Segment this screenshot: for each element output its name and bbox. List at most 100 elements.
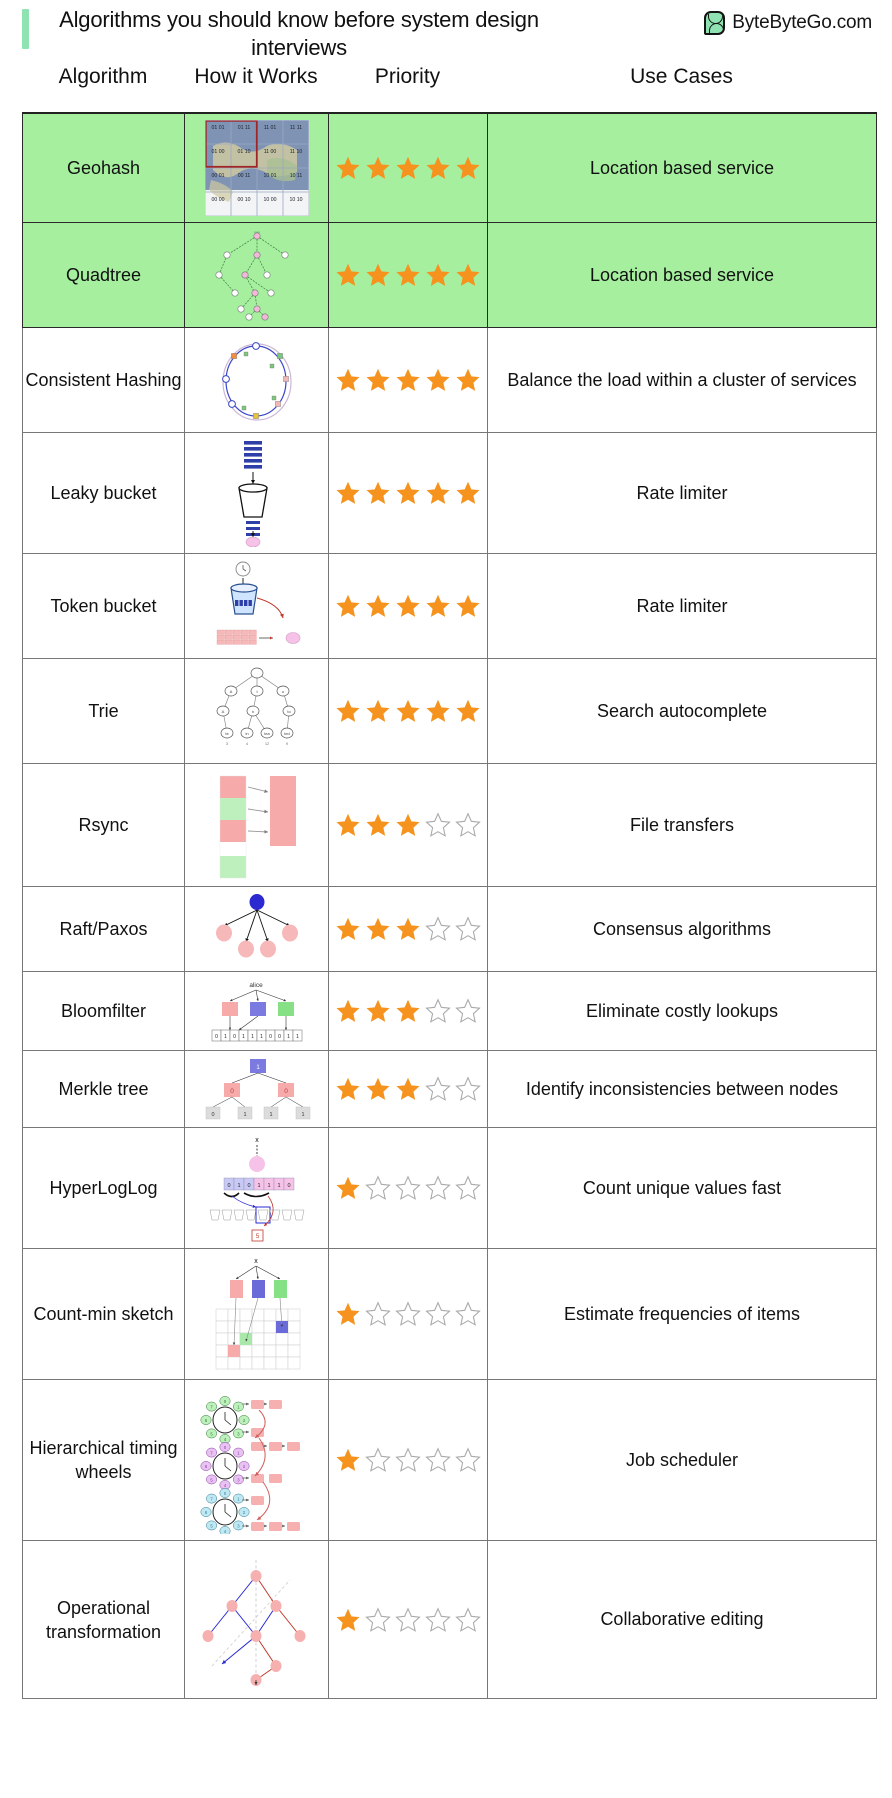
star-filled-icon [336, 156, 360, 179]
consistent-hashing-ring-figure [221, 342, 292, 421]
how-it-works-figure-cell [184, 886, 329, 972]
svg-text:0: 0 [269, 1034, 272, 1040]
use-case-cell: Search autocomplete [487, 658, 877, 764]
merkle-tree-figure: 1 0 0 0 1 1 1 [205, 1059, 310, 1120]
star-filled-icon [336, 1077, 360, 1100]
priority-rating-cell [328, 763, 488, 887]
algorithm-name-cell: Token bucket [22, 553, 185, 659]
svg-text:1: 1 [301, 1112, 304, 1118]
star-filled-icon [426, 481, 450, 504]
star-filled-icon [456, 156, 480, 179]
svg-text:01 01: 01 01 [211, 125, 224, 131]
star-empty-icon [365, 1301, 391, 1326]
algorithm-name-cell: Operational transformation [22, 1540, 185, 1699]
star-filled-icon [396, 1077, 420, 1100]
svg-text:1: 1 [260, 1034, 263, 1040]
star-filled-icon [396, 699, 420, 722]
operational-transformation-figure [202, 1559, 305, 1686]
star-filled-icon [366, 368, 390, 391]
svg-text:11 01: 11 01 [263, 125, 276, 131]
star-empty-icon [455, 1301, 481, 1326]
star-filled-icon [426, 699, 450, 722]
svg-text:1: 1 [296, 1034, 299, 1040]
how-it-works-figure-cell [184, 327, 329, 433]
svg-text:tea: tea [264, 731, 270, 736]
star-filled-icon [426, 594, 450, 617]
star-filled-icon [336, 917, 360, 940]
how-it-works-figure-cell: alice 0 1 0 1 1 1 0 0 1 1 [184, 971, 329, 1051]
star-filled-icon [456, 481, 480, 504]
use-case-cell: Rate limiter [487, 432, 877, 554]
star-filled-icon [336, 368, 360, 391]
star-filled-icon [336, 594, 360, 617]
star-empty-icon [365, 1175, 391, 1200]
star-empty-icon [425, 812, 451, 837]
star-filled-icon [456, 263, 480, 286]
priority-rating-cell [328, 1379, 488, 1541]
table-body: Geohash 01 01 01 11 11 01 11 11 01 00 01 10 11 … [22, 112, 877, 1699]
algorithm-name-cell: Merkle tree [22, 1050, 185, 1128]
svg-text:0: 0 [227, 1183, 230, 1189]
svg-text:11 10: 11 10 [289, 149, 302, 155]
star-filled-icon [336, 1608, 360, 1631]
algorithm-name-cell: Count-min sketch [22, 1248, 185, 1380]
svg-text:1: 1 [287, 1034, 290, 1040]
how-it-works-figure-cell: x01011105 [184, 1127, 329, 1249]
svg-text:root: root [254, 230, 259, 234]
use-case-cell: Location based service [487, 112, 877, 223]
priority-stars [329, 1606, 487, 1633]
how-it-works-figure-cell: x [184, 1248, 329, 1380]
star-empty-icon [425, 998, 451, 1023]
infographic-page: Algorithms you should know before system… [0, 0, 892, 1798]
algorithms-table: Geohash 01 01 01 11 11 01 11 11 01 00 01 10 11 … [22, 112, 877, 1699]
svg-text:1: 1 [251, 1034, 254, 1040]
use-case-cell: Collaborative editing [487, 1540, 877, 1699]
svg-text:01 10: 01 10 [237, 149, 250, 155]
table-row: Raft/Paxos Consensus algorithms [22, 886, 877, 972]
brand-name: ByteByteGo.com [732, 12, 872, 33]
star-filled-icon [396, 594, 420, 617]
star-empty-icon [425, 1175, 451, 1200]
star-filled-icon [336, 999, 360, 1022]
priority-rating-cell [328, 886, 488, 972]
star-filled-icon [396, 813, 420, 836]
svg-text:x: x [255, 1137, 259, 1144]
svg-text:4: 4 [246, 742, 248, 746]
timing-wheels-figure: 012345670123456701234567 [200, 1396, 300, 1534]
star-filled-icon [366, 1077, 390, 1100]
svg-text:alice: alice [249, 982, 263, 989]
priority-stars [329, 916, 487, 942]
star-filled-icon [336, 813, 360, 836]
svg-text:A: A [229, 689, 232, 694]
star-filled-icon [366, 699, 390, 722]
priority-stars [329, 1447, 487, 1473]
star-empty-icon [395, 1175, 421, 1200]
priority-stars [329, 367, 487, 393]
column-header-algorithm: Algorithm [58, 65, 148, 88]
algorithm-name-cell: Hierarchical timing wheels [22, 1379, 185, 1541]
table-row: Operational transformation Collaborative … [22, 1540, 877, 1699]
star-empty-icon [365, 1447, 391, 1472]
table-row: Token bucket Rate limiter [22, 553, 877, 659]
svg-text:00 11: 00 11 [237, 173, 250, 179]
star-empty-icon [425, 1447, 451, 1472]
priority-stars [329, 1175, 487, 1201]
algorithm-name-cell: HyperLogLog [22, 1127, 185, 1249]
how-it-works-figure-cell [184, 553, 329, 659]
algorithm-name-cell: Raft/Paxos [22, 886, 185, 972]
star-empty-icon [365, 1606, 391, 1632]
priority-stars [329, 155, 487, 181]
svg-text:10 10: 10 10 [289, 197, 302, 203]
svg-text:0: 0 [211, 1112, 214, 1118]
priority-rating-cell [328, 553, 488, 659]
priority-rating-cell [328, 112, 488, 223]
table-row: Leaky bucket Rate limiter [22, 432, 877, 554]
trie-tree-figure: At oA n tote in tea ted3 4 12 9 [216, 667, 295, 746]
table-row: Bloomfilter alice 0 1 0 1 1 1 0 0 1 1 Eliminate cost… [22, 971, 877, 1051]
table-row: Trie At o An to te in tea ted 3 4 12 9 Search autocom… [22, 658, 877, 764]
algorithm-name-cell: Trie [22, 658, 185, 764]
algorithm-name-cell: Quadtree [22, 222, 185, 328]
how-it-works-figure-cell: 012345670123456701234567 [184, 1379, 329, 1541]
column-header-how-it-works: How it Works [194, 65, 318, 88]
star-filled-icon [366, 481, 390, 504]
